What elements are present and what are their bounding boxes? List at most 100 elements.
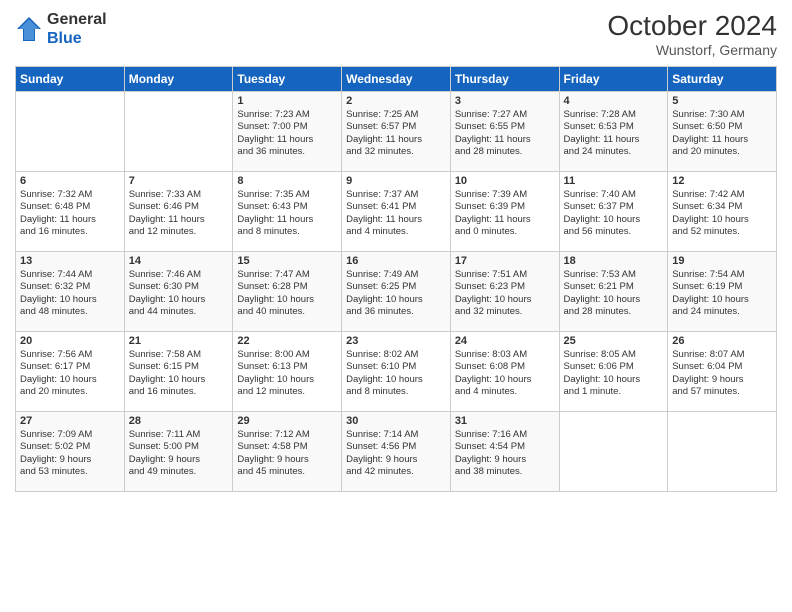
calendar-week-5: 27Sunrise: 7:09 AMSunset: 5:02 PMDayligh… [16, 412, 777, 492]
table-row: 9Sunrise: 7:37 AMSunset: 6:41 PMDaylight… [342, 172, 451, 252]
col-friday: Friday [559, 67, 668, 92]
day-info: Sunrise: 7:09 AM [20, 429, 120, 441]
day-info: and 28 minutes. [455, 146, 555, 158]
day-info: Sunrise: 7:42 AM [672, 189, 772, 201]
day-info: and 1 minute. [564, 386, 664, 398]
table-row: 21Sunrise: 7:58 AMSunset: 6:15 PMDayligh… [124, 332, 233, 412]
logo-icon [15, 15, 43, 43]
month-title: October 2024 [607, 10, 777, 42]
day-info: and 40 minutes. [237, 306, 337, 318]
day-number: 24 [455, 335, 555, 347]
table-row: 15Sunrise: 7:47 AMSunset: 6:28 PMDayligh… [233, 252, 342, 332]
day-info: Sunset: 6:32 PM [20, 281, 120, 293]
day-info: Daylight: 10 hours [672, 294, 772, 306]
day-info: Sunrise: 7:33 AM [129, 189, 229, 201]
day-info: Sunrise: 8:02 AM [346, 349, 446, 361]
day-number: 20 [20, 335, 120, 347]
table-row: 8Sunrise: 7:35 AMSunset: 6:43 PMDaylight… [233, 172, 342, 252]
day-info: Sunrise: 7:23 AM [237, 109, 337, 121]
day-info: Sunrise: 7:58 AM [129, 349, 229, 361]
day-info: Sunset: 6:50 PM [672, 121, 772, 133]
calendar-week-4: 20Sunrise: 7:56 AMSunset: 6:17 PMDayligh… [16, 332, 777, 412]
day-info: Daylight: 11 hours [129, 214, 229, 226]
day-info: and 57 minutes. [672, 386, 772, 398]
table-row: 3Sunrise: 7:27 AMSunset: 6:55 PMDaylight… [450, 92, 559, 172]
day-info: Sunset: 6:06 PM [564, 361, 664, 373]
day-info: Sunset: 6:55 PM [455, 121, 555, 133]
day-info: Sunset: 7:00 PM [237, 121, 337, 133]
day-info: Sunrise: 7:11 AM [129, 429, 229, 441]
day-info: Sunset: 6:46 PM [129, 201, 229, 213]
table-row: 17Sunrise: 7:51 AMSunset: 6:23 PMDayligh… [450, 252, 559, 332]
day-info: Sunset: 4:54 PM [455, 441, 555, 453]
table-row: 20Sunrise: 7:56 AMSunset: 6:17 PMDayligh… [16, 332, 125, 412]
col-saturday: Saturday [668, 67, 777, 92]
col-wednesday: Wednesday [342, 67, 451, 92]
table-row [559, 412, 668, 492]
table-row: 22Sunrise: 8:00 AMSunset: 6:13 PMDayligh… [233, 332, 342, 412]
day-info: Sunset: 6:57 PM [346, 121, 446, 133]
day-info: Sunset: 6:23 PM [455, 281, 555, 293]
day-info: Sunset: 6:30 PM [129, 281, 229, 293]
title-block: October 2024 Wunstorf, Germany [607, 10, 777, 58]
day-info: and 12 minutes. [237, 386, 337, 398]
day-info: Daylight: 9 hours [237, 454, 337, 466]
day-info: Sunset: 6:13 PM [237, 361, 337, 373]
day-info: and 36 minutes. [346, 306, 446, 318]
day-info: Sunrise: 7:27 AM [455, 109, 555, 121]
table-row: 28Sunrise: 7:11 AMSunset: 5:00 PMDayligh… [124, 412, 233, 492]
day-info: Sunrise: 7:44 AM [20, 269, 120, 281]
day-number: 29 [237, 415, 337, 427]
col-sunday: Sunday [16, 67, 125, 92]
day-info: Daylight: 11 hours [672, 134, 772, 146]
day-info: and 16 minutes. [129, 386, 229, 398]
table-row: 2Sunrise: 7:25 AMSunset: 6:57 PMDaylight… [342, 92, 451, 172]
day-info: Sunset: 6:19 PM [672, 281, 772, 293]
day-info: and 53 minutes. [20, 466, 120, 478]
table-row: 26Sunrise: 8:07 AMSunset: 6:04 PMDayligh… [668, 332, 777, 412]
day-info: Sunset: 6:41 PM [346, 201, 446, 213]
day-info: Sunrise: 8:05 AM [564, 349, 664, 361]
day-info: Sunrise: 8:00 AM [237, 349, 337, 361]
day-number: 1 [237, 95, 337, 107]
day-number: 4 [564, 95, 664, 107]
table-row: 16Sunrise: 7:49 AMSunset: 6:25 PMDayligh… [342, 252, 451, 332]
day-number: 31 [455, 415, 555, 427]
day-info: Sunset: 6:43 PM [237, 201, 337, 213]
table-row: 23Sunrise: 8:02 AMSunset: 6:10 PMDayligh… [342, 332, 451, 412]
table-row: 30Sunrise: 7:14 AMSunset: 4:56 PMDayligh… [342, 412, 451, 492]
day-info: Sunset: 6:34 PM [672, 201, 772, 213]
day-info: Daylight: 9 hours [672, 374, 772, 386]
location: Wunstorf, Germany [607, 42, 777, 58]
day-info: and 20 minutes. [672, 146, 772, 158]
day-info: and 49 minutes. [129, 466, 229, 478]
day-info: and 12 minutes. [129, 226, 229, 238]
day-info: and 4 minutes. [455, 386, 555, 398]
table-row: 11Sunrise: 7:40 AMSunset: 6:37 PMDayligh… [559, 172, 668, 252]
day-info: Sunrise: 7:51 AM [455, 269, 555, 281]
table-row: 12Sunrise: 7:42 AMSunset: 6:34 PMDayligh… [668, 172, 777, 252]
day-info: Sunrise: 7:28 AM [564, 109, 664, 121]
day-info: Daylight: 10 hours [346, 294, 446, 306]
day-info: Daylight: 11 hours [455, 214, 555, 226]
day-info: and 24 minutes. [564, 146, 664, 158]
logo: General Blue [15, 10, 107, 48]
day-info: Sunset: 6:39 PM [455, 201, 555, 213]
day-number: 17 [455, 255, 555, 267]
day-number: 9 [346, 175, 446, 187]
day-info: Daylight: 11 hours [346, 134, 446, 146]
day-number: 12 [672, 175, 772, 187]
day-info: Sunrise: 7:46 AM [129, 269, 229, 281]
day-info: Daylight: 10 hours [20, 374, 120, 386]
day-info: Sunset: 5:02 PM [20, 441, 120, 453]
day-number: 3 [455, 95, 555, 107]
day-number: 10 [455, 175, 555, 187]
day-number: 21 [129, 335, 229, 347]
day-number: 28 [129, 415, 229, 427]
day-info: and 36 minutes. [237, 146, 337, 158]
day-number: 22 [237, 335, 337, 347]
day-info: Sunset: 6:15 PM [129, 361, 229, 373]
header: General Blue October 2024 Wunstorf, Germ… [15, 10, 777, 58]
day-info: Sunset: 4:58 PM [237, 441, 337, 453]
day-info: Daylight: 10 hours [455, 374, 555, 386]
